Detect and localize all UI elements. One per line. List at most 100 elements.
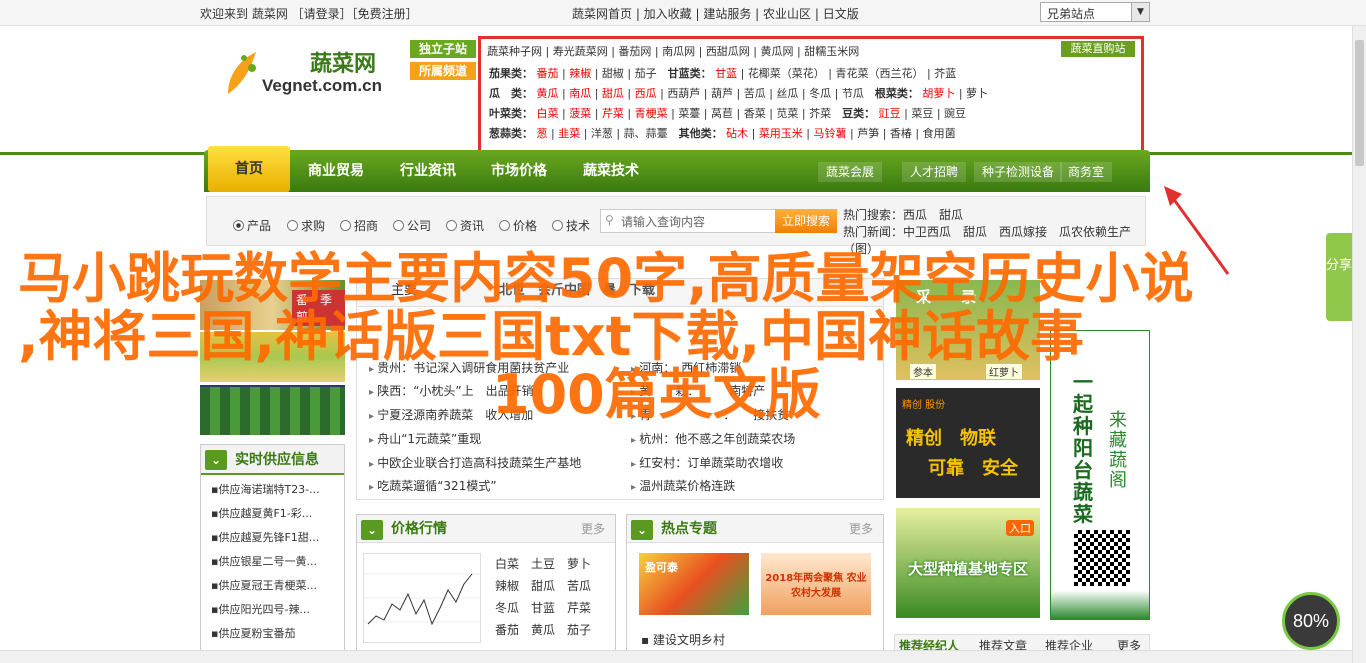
speed-gauge[interactable]: 80% bbox=[1282, 592, 1340, 650]
category-link[interactable]: 芹菜 bbox=[602, 107, 624, 120]
category-link[interactable]: 甜瓜 bbox=[602, 87, 624, 100]
category-link[interactable]: 苦瓜 bbox=[744, 87, 766, 100]
price-veg-link[interactable]: 苦瓜 bbox=[567, 577, 591, 594]
nav-seed-test[interactable]: 种子检测设备 bbox=[974, 162, 1063, 182]
category-link[interactable]: 芦笋 bbox=[857, 127, 879, 140]
price-veg-link[interactable]: 茄子 bbox=[567, 621, 591, 638]
supply-item[interactable]: ▪供应夏冠王青梗菜... bbox=[211, 577, 344, 601]
top-links[interactable]: 蔬菜网首页 | 加入收藏 | 建站服务 | 农业山区 | 日文版 bbox=[572, 5, 859, 22]
nav-tech[interactable]: 蔬菜技术 bbox=[583, 150, 639, 192]
subsite-button[interactable]: 独立子站 bbox=[410, 40, 476, 58]
category-link[interactable]: 胡萝卜 bbox=[922, 87, 955, 100]
hotspot-more-link[interactable]: 更多 bbox=[849, 515, 873, 543]
price-veg-link[interactable]: 番茄 bbox=[495, 621, 519, 638]
site-link[interactable]: 南瓜网 bbox=[662, 45, 695, 58]
nav-expo[interactable]: 蔬菜会展 bbox=[818, 162, 883, 182]
category-link[interactable]: 芥菜 bbox=[809, 107, 831, 120]
welcome-text[interactable]: 欢迎来到 蔬菜网 ［请登录］［免费注册］ bbox=[200, 5, 418, 22]
hotspot-link[interactable]: ▪ 建设文明乡村 bbox=[641, 631, 725, 648]
category-link[interactable]: 菜薹 bbox=[678, 107, 700, 120]
channel-button[interactable]: 所属频道 bbox=[410, 62, 476, 80]
category-link[interactable]: 甘蓝 bbox=[715, 67, 737, 80]
category-link[interactable]: 食用菌 bbox=[923, 127, 956, 140]
news-link[interactable]: 杭州：他不惑之年创蔬菜农场 bbox=[631, 430, 795, 447]
category-link[interactable]: 辣椒 bbox=[569, 67, 591, 80]
radio-price[interactable]: 价格 bbox=[499, 217, 537, 234]
category-link[interactable]: 冬瓜 bbox=[809, 87, 831, 100]
supply-item[interactable]: ▪供应海诺瑞特T23-... bbox=[211, 481, 344, 505]
hot-search-links[interactable]: 西瓜 甜瓜 bbox=[903, 208, 963, 222]
nav-jobs[interactable]: 人才招聘 bbox=[902, 162, 967, 182]
news-link[interactable]: 吃蔬菜遛循“321模式” bbox=[369, 477, 496, 494]
category-link[interactable]: 黄瓜 bbox=[537, 87, 559, 100]
supply-item[interactable]: ▪供应银星二号一黄... bbox=[211, 553, 344, 577]
category-link[interactable]: 西葫芦 bbox=[667, 87, 700, 100]
site-link[interactable]: 黄瓜网 bbox=[761, 45, 794, 58]
nav-price[interactable]: 市场价格 bbox=[491, 150, 547, 192]
nav-office[interactable]: 商务室 bbox=[1060, 162, 1113, 182]
price-veg-link[interactable]: 芹菜 bbox=[567, 599, 591, 616]
news-link[interactable]: 中欧企业联合打造高科技蔬菜生产基地 bbox=[369, 454, 581, 471]
nav-news[interactable]: 行业资讯 bbox=[400, 150, 456, 192]
price-more-link[interactable]: 更多 bbox=[581, 515, 605, 543]
radio-product[interactable]: 产品 bbox=[233, 217, 271, 234]
category-link[interactable]: 豇豆 bbox=[879, 107, 901, 120]
category-link[interactable]: 白菜 bbox=[537, 107, 559, 120]
horizontal-scrollbar[interactable] bbox=[0, 650, 1352, 663]
category-link[interactable]: 菠菜 bbox=[569, 107, 591, 120]
share-tab[interactable]: 分享 bbox=[1326, 233, 1352, 321]
radio-company[interactable]: 公司 bbox=[393, 217, 431, 234]
price-veg-link[interactable]: 甜瓜 bbox=[531, 577, 555, 594]
category-link[interactable]: 砧木 bbox=[726, 127, 748, 140]
direct-buy-button[interactable]: 蔬菜直购站 bbox=[1061, 41, 1135, 57]
category-link[interactable]: 节瓜 bbox=[842, 87, 864, 100]
category-link[interactable]: 马铃薯 bbox=[814, 127, 847, 140]
vertical-scrollbar[interactable] bbox=[1352, 26, 1366, 663]
supply-item[interactable]: ▪供应夏粉宝番茄 bbox=[211, 625, 344, 649]
radio-buy[interactable]: 求购 bbox=[287, 217, 325, 234]
category-link[interactable]: 萝卜 bbox=[966, 87, 988, 100]
nav-home[interactable]: 首页 bbox=[208, 146, 290, 192]
site-link[interactable]: 西甜瓜网 bbox=[706, 45, 750, 58]
category-link[interactable]: 西瓜 bbox=[635, 87, 657, 100]
category-link[interactable]: 苋菜 bbox=[776, 107, 798, 120]
news-link[interactable]: 温州蔬菜价格连跌 bbox=[631, 477, 735, 494]
hotspot-image-2[interactable]: 2018年两会聚焦 农业农村大发展 bbox=[761, 553, 871, 615]
category-link[interactable]: 香椿 bbox=[890, 127, 912, 140]
radio-info[interactable]: 资讯 bbox=[446, 217, 484, 234]
category-link[interactable]: 菜豆 bbox=[911, 107, 933, 120]
category-link[interactable]: 菜用玉米 bbox=[759, 127, 803, 140]
category-link[interactable]: 芥蓝 bbox=[934, 67, 956, 80]
price-veg-link[interactable]: 辣椒 bbox=[495, 577, 519, 594]
site-select[interactable]: 兄弟站点 ▼ bbox=[1040, 2, 1150, 22]
category-link[interactable]: 青花菜（西兰花） bbox=[836, 67, 924, 80]
site-link[interactable]: 甜糯玉米网 bbox=[804, 45, 859, 58]
site-link[interactable]: 寿光蔬菜网 bbox=[553, 45, 608, 58]
site-link[interactable]: 蔬菜种子网 bbox=[487, 45, 542, 58]
category-link[interactable]: 香菜 bbox=[744, 107, 766, 120]
search-button[interactable]: 立即搜索 bbox=[775, 209, 837, 233]
category-link[interactable]: 南瓜 bbox=[569, 87, 591, 100]
category-link[interactable]: 茄子 bbox=[635, 67, 657, 80]
scroll-thumb[interactable] bbox=[1355, 40, 1364, 166]
category-link[interactable]: 甜椒 bbox=[602, 67, 624, 80]
nav-trade[interactable]: 商业贸易 bbox=[308, 150, 364, 192]
price-trend-chart[interactable] bbox=[363, 553, 481, 643]
category-link[interactable]: 丝瓜 bbox=[776, 87, 798, 100]
category-link[interactable]: 莴苣 bbox=[711, 107, 733, 120]
site-link[interactable]: 番茄网 bbox=[618, 45, 651, 58]
news-link[interactable]: 红安村：订单蔬菜助农增收 bbox=[631, 454, 783, 471]
price-veg-link[interactable]: 甘蓝 bbox=[531, 599, 555, 616]
site-logo[interactable]: 蔬菜网 Vegnet.com.cn bbox=[210, 38, 400, 108]
radio-invest[interactable]: 招商 bbox=[340, 217, 378, 234]
category-link[interactable]: 番茄 bbox=[537, 67, 559, 80]
price-veg-link[interactable]: 黄瓜 bbox=[531, 621, 555, 638]
radio-tech[interactable]: 技术 bbox=[552, 217, 590, 234]
category-link[interactable]: 蒜、蒜薹 bbox=[624, 127, 668, 140]
ad-planting-base[interactable]: 大型种植基地专区 入口 bbox=[896, 508, 1040, 618]
supply-item[interactable]: ▪供应阳光四号-辣... bbox=[211, 601, 344, 625]
category-link[interactable]: 花椰菜（菜花） bbox=[748, 67, 825, 80]
category-link[interactable]: 豌豆 bbox=[944, 107, 966, 120]
category-link[interactable]: 葫芦 bbox=[711, 87, 733, 100]
search-input[interactable]: ⚲ 请输入查询内容 bbox=[600, 209, 776, 233]
